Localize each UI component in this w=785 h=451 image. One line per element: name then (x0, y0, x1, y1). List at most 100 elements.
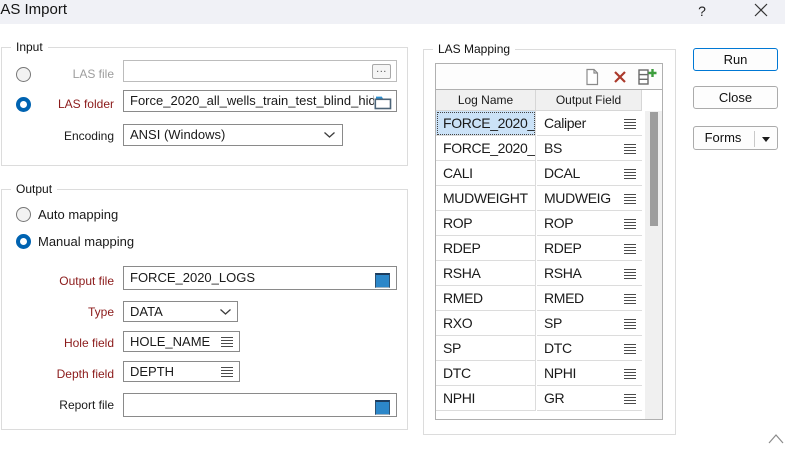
report-file-picker-button[interactable] (375, 400, 390, 415)
output-field-menu-icon[interactable] (624, 294, 636, 304)
close-button[interactable] (749, 0, 773, 22)
close-dialog-button[interactable]: Close (693, 86, 778, 109)
input-group: Input LAS file ... LAS folder Force_2020… (1, 47, 408, 166)
log-name-cell[interactable]: SP (436, 336, 536, 361)
output-field-cell[interactable]: DCAL (537, 161, 642, 186)
mapping-toolbar (436, 64, 662, 90)
mapping-table-scrollbar[interactable] (645, 111, 662, 419)
las-file-input[interactable] (123, 60, 397, 82)
new-mapping-button[interactable] (584, 68, 600, 86)
log-name-cell[interactable]: MUDWEIGHT (436, 186, 536, 211)
report-file-label: Report file (32, 398, 114, 412)
output-field-menu-icon[interactable] (624, 344, 636, 354)
output-field-cell[interactable]: BS (537, 136, 642, 161)
output-file-picker-button[interactable] (375, 273, 390, 288)
help-button[interactable]: ? (692, 0, 712, 22)
output-field-menu-icon[interactable] (624, 119, 636, 129)
mapping-row: RXOSP (436, 311, 642, 336)
depth-field-menu-icon[interactable] (221, 367, 233, 377)
table-add-icon (638, 68, 657, 86)
output-field-cell[interactable]: RSHA (537, 261, 642, 286)
las-folder-browse-button[interactable] (374, 95, 392, 110)
add-row-button[interactable] (638, 68, 657, 86)
output-field-cell[interactable]: MUDWEIG (537, 186, 642, 211)
log-name-cell[interactable]: RDEP (436, 236, 536, 261)
output-field-cell[interactable]: SP (537, 311, 642, 336)
window-title: LAS Import (0, 1, 67, 18)
output-field-cell[interactable]: RMED (537, 286, 642, 311)
mapping-row: FORCE_2020_BS (436, 136, 642, 161)
mapping-row: MUDWEIGHTMUDWEIG (436, 186, 642, 211)
titlebar: LAS Import ? (0, 0, 785, 24)
log-name-cell[interactable]: FORCE_2020_ (436, 111, 536, 136)
new-file-icon (584, 68, 600, 86)
output-field-menu-icon[interactable] (624, 369, 636, 379)
las-file-browse-button[interactable]: ... (372, 64, 391, 79)
forms-separator (754, 131, 755, 147)
scrollbar-thumb[interactable] (650, 112, 658, 226)
delete-mapping-button[interactable] (613, 70, 627, 84)
output-field-cell[interactable]: NPHI (537, 361, 642, 386)
delete-x-icon (613, 70, 627, 84)
output-group-label: Output (11, 182, 57, 196)
output-field-cell[interactable]: GR (537, 386, 642, 411)
output-field-cell[interactable]: ROP (537, 211, 642, 236)
output-field-menu-icon[interactable] (624, 244, 636, 254)
output-field-menu-icon[interactable] (624, 269, 636, 279)
las-file-radio[interactable] (16, 67, 31, 82)
depth-field-label: Depth field (32, 367, 114, 381)
type-chevron-icon (220, 309, 231, 315)
mapping-row: RMEDRMED (436, 286, 642, 311)
log-name-cell[interactable]: ROP (436, 211, 536, 236)
output-field-menu-icon[interactable] (624, 394, 636, 404)
log-name-cell[interactable]: CALI (436, 161, 536, 186)
close-icon (749, 0, 773, 22)
las-folder-input[interactable]: Force_2020_all_wells_train_test_blind_hi… (123, 90, 397, 112)
mapping-row: CALIDCAL (436, 161, 642, 186)
las-folder-radio[interactable] (16, 97, 31, 112)
encoding-chevron-icon (324, 132, 335, 138)
mapping-row: RSHARSHA (436, 261, 642, 286)
type-label: Type (32, 305, 114, 319)
input-group-label: Input (11, 40, 48, 54)
log-name-cell[interactable]: RXO (436, 311, 536, 336)
las-folder-label: LAS folder (32, 96, 114, 112)
log-name-cell[interactable]: FORCE_2020_ (436, 136, 536, 161)
forms-dropdown-arrow-icon[interactable] (762, 137, 770, 142)
auto-mapping-radio[interactable] (16, 207, 31, 222)
output-field-cell[interactable]: RDEP (537, 236, 642, 261)
run-button[interactable]: Run (693, 48, 778, 71)
folder-icon (374, 95, 392, 110)
mapping-row: DTCNPHI (436, 361, 642, 386)
column-header-output-field[interactable]: Output Field (536, 90, 642, 111)
hole-field-menu-icon[interactable] (221, 337, 233, 347)
expand-chevron-icon[interactable] (768, 433, 784, 445)
forms-button-label: Forms (694, 127, 752, 149)
output-field-menu-icon[interactable] (624, 219, 636, 229)
output-field-menu-icon[interactable] (624, 144, 636, 154)
output-file-input[interactable]: FORCE_2020_LOGS (123, 266, 397, 290)
manual-mapping-label: Manual mapping (38, 234, 134, 249)
encoding-select[interactable]: ANSI (Windows) (123, 124, 343, 146)
output-field-cell[interactable]: DTC (537, 336, 642, 361)
report-file-input[interactable] (123, 393, 397, 417)
column-header-log-name[interactable]: Log Name (436, 90, 536, 111)
output-field-cell[interactable]: Caliper (537, 111, 642, 136)
hole-field-label: Hole field (32, 336, 114, 350)
output-field-menu-icon[interactable] (624, 194, 636, 204)
log-name-cell[interactable]: DTC (436, 361, 536, 386)
log-name-cell[interactable]: RMED (436, 286, 536, 311)
log-name-cell[interactable]: RSHA (436, 261, 536, 286)
forms-button[interactable]: Forms (693, 126, 778, 150)
output-field-menu-icon[interactable] (624, 169, 636, 179)
mapping-row: ROPROP (436, 211, 642, 236)
las-file-label: LAS file (32, 66, 114, 82)
mapping-table-body: FORCE_2020_CaliperFORCE_2020_BSCALIDCALM… (436, 111, 642, 419)
auto-mapping-label: Auto mapping (38, 207, 118, 222)
encoding-label: Encoding (32, 128, 114, 144)
mapping-row: RDEPRDEP (436, 236, 642, 261)
log-name-cell[interactable]: NPHI (436, 386, 536, 411)
output-field-menu-icon[interactable] (624, 319, 636, 329)
output-file-label: Output file (32, 274, 114, 288)
manual-mapping-radio[interactable] (16, 234, 31, 249)
